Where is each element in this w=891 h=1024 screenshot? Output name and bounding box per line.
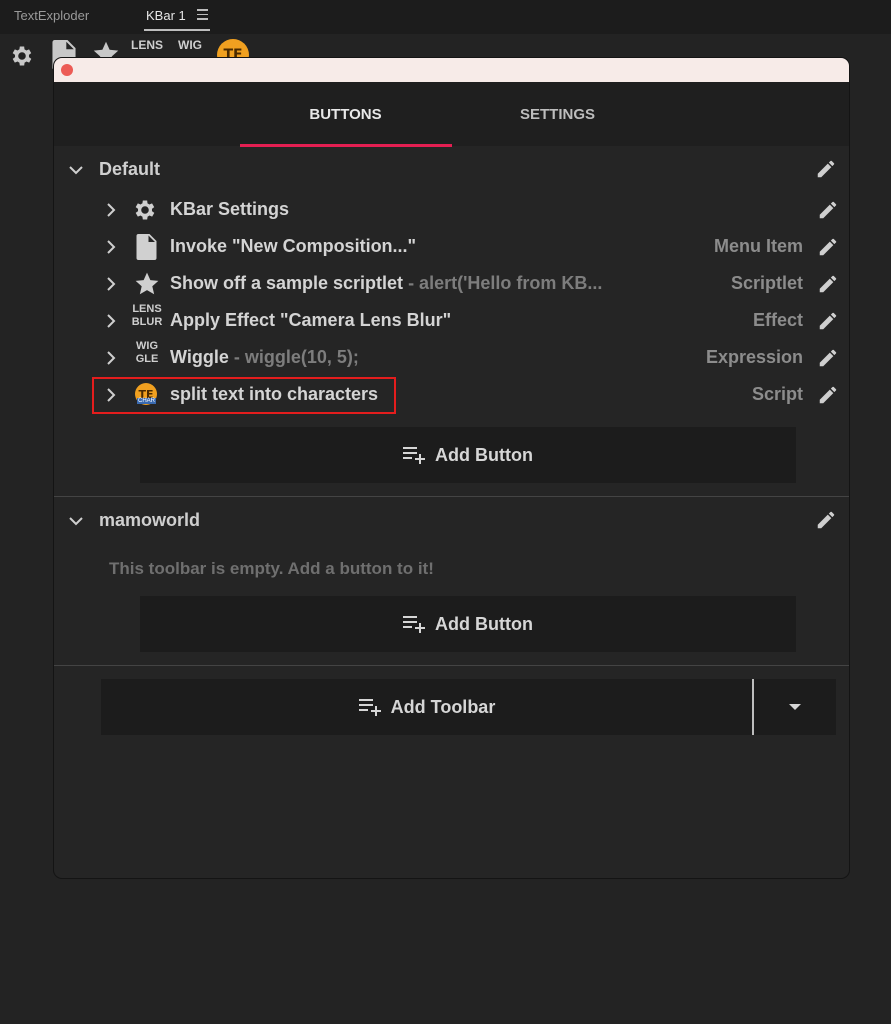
button-label: Invoke "New Composition..."	[170, 236, 417, 256]
button-type: Effect	[752, 310, 803, 330]
button-type: Script	[751, 384, 803, 404]
button-type: Menu Item	[713, 236, 803, 256]
highlight-box	[92, 377, 396, 414]
document-icon	[136, 234, 166, 260]
panel-tab-underline	[144, 29, 210, 31]
button-row[interactable]: Invoke "New Composition..." Menu Item	[54, 232, 849, 262]
button-type: Expression	[705, 347, 803, 367]
button-label: Apply Effect "Camera Lens Blur"	[170, 310, 452, 330]
playlist-add-icon	[403, 447, 426, 464]
chevron-right-icon[interactable]	[103, 350, 119, 371]
kbar-settings-dialog: BUTTONS SETTINGS Default KBar Settings I…	[54, 58, 849, 878]
button-label: Wiggle - wiggle(10, 5);	[170, 347, 359, 367]
chevron-down-icon[interactable]	[68, 162, 84, 183]
toolbar-header-mamoworld[interactable]: mamoworld	[54, 509, 849, 533]
lens-button[interactable]: LENS	[131, 39, 163, 52]
divider	[54, 665, 849, 666]
chevron-right-icon[interactable]	[103, 276, 119, 297]
add-button-default[interactable]: Add Button	[140, 427, 796, 483]
button-row[interactable]: LENS BLUR Apply Effect "Camera Lens Blur"…	[54, 303, 849, 337]
chevron-down-icon[interactable]	[68, 513, 84, 534]
button-code-preview: - alert('Hello from KB...	[403, 273, 603, 293]
button-row[interactable]: Show off a sample scriptlet - alert('Hel…	[54, 269, 849, 299]
panel-tab-bar: TextExploder KBar 1	[0, 0, 891, 34]
edit-pencil-icon[interactable]	[817, 199, 839, 226]
button-type: Scriptlet	[730, 273, 803, 293]
close-window-button[interactable]	[61, 64, 73, 76]
playlist-add-icon	[358, 699, 381, 716]
toolbar-title-mamoworld: mamoworld	[99, 510, 201, 530]
gear-icon	[132, 197, 162, 223]
wiggle-icon: WIG GLE	[135, 340, 159, 365]
edit-pencil-icon[interactable]	[817, 347, 839, 374]
edit-pencil-icon[interactable]	[817, 273, 839, 300]
add-button-mamoworld[interactable]: Add Button	[140, 596, 796, 652]
edit-pencil-icon[interactable]	[815, 509, 837, 531]
divider	[54, 496, 849, 497]
chevron-right-icon[interactable]	[103, 239, 119, 260]
toolbar-title-default: Default	[99, 159, 161, 179]
panel-menu-icon[interactable]	[197, 9, 208, 23]
add-button-label: Add Button	[435, 613, 533, 634]
toolbar-header-default[interactable]: Default	[54, 158, 849, 182]
dialog-tab-bar: BUTTONS SETTINGS	[54, 82, 849, 146]
add-button-label: Add Button	[435, 444, 533, 465]
add-toolbar-dropdown[interactable]	[754, 679, 836, 735]
add-toolbar-button[interactable]: Add Toolbar	[101, 679, 753, 735]
caret-down-icon	[789, 704, 801, 710]
edit-pencil-icon[interactable]	[817, 384, 839, 411]
button-row[interactable]: WIG GLE Wiggle - wiggle(10, 5); Expressio…	[54, 340, 849, 374]
panel-tab-textexploder[interactable]: TextExploder	[14, 8, 89, 23]
wig-button[interactable]: WIG	[178, 39, 202, 52]
empty-toolbar-message: This toolbar is empty. Add a button to i…	[109, 559, 434, 578]
panel-tab-kbar[interactable]: KBar 1	[146, 8, 186, 23]
gear-icon[interactable]	[9, 43, 35, 74]
lens-blur-icon: LENS BLUR	[131, 303, 163, 328]
edit-pencil-icon[interactable]	[817, 310, 839, 337]
add-toolbar-label: Add Toolbar	[390, 696, 496, 717]
dialog-titlebar	[54, 58, 849, 82]
active-tab-indicator	[240, 144, 452, 147]
button-label: Show off a sample scriptlet - alert('Hel…	[170, 273, 603, 293]
edit-pencil-icon[interactable]	[815, 158, 837, 180]
edit-pencil-icon[interactable]	[817, 236, 839, 263]
button-code-preview: - wiggle(10, 5);	[228, 347, 359, 367]
playlist-add-icon	[403, 616, 426, 633]
tab-settings[interactable]: SETTINGS	[452, 82, 663, 146]
star-icon	[134, 271, 164, 297]
tab-buttons[interactable]: BUTTONS	[240, 82, 451, 146]
chevron-right-icon[interactable]	[103, 202, 119, 223]
chevron-right-icon[interactable]	[103, 313, 119, 334]
button-row[interactable]: KBar Settings	[54, 195, 849, 225]
button-label: KBar Settings	[170, 199, 290, 219]
